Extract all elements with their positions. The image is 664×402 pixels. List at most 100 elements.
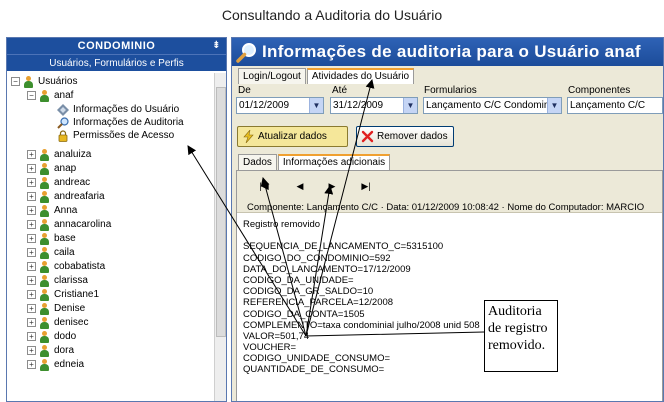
expand-icon[interactable]: + — [27, 192, 36, 201]
sidebar-header: CONDOMINIO ⇟ — [7, 38, 226, 54]
screenshot: Consultando a Auditoria do Usuário CONDO… — [0, 0, 664, 402]
tree-user[interactable]: + andreafaria — [27, 190, 105, 203]
formularios-select[interactable]: Lançamento C/C Condominio ▼ — [423, 97, 562, 114]
user-icon — [23, 75, 34, 88]
tree-user[interactable]: + denisec — [27, 316, 88, 329]
tree-user[interactable]: + Anna — [27, 204, 77, 217]
remove-data-button[interactable]: Remover dados — [356, 126, 454, 147]
tree-child-permissions[interactable]: Permissões de Acesso — [57, 129, 174, 142]
expand-icon[interactable]: + — [27, 178, 36, 187]
audit-log: Registro removido SEQUENCIA_DE_LANCAMENTO… — [243, 219, 480, 376]
tree-user-expanded[interactable]: − anaf — [27, 89, 73, 102]
tree-user-label: anap — [54, 163, 77, 174]
sidebar-title: CONDOMINIO — [77, 40, 156, 52]
tree-user-label: base — [54, 233, 76, 244]
de-label: De — [238, 85, 251, 96]
tree-user[interactable]: + dora — [27, 344, 74, 357]
tab-additional-info[interactable]: Informações adicionais — [277, 154, 391, 170]
tab-user-activities[interactable]: Atividades do Usuário — [306, 68, 415, 84]
user-icon — [39, 176, 50, 189]
expand-icon[interactable]: + — [27, 276, 36, 285]
last-record-button[interactable]: ▶| — [359, 180, 373, 192]
date-to-picker[interactable]: 31/12/2009 ▼ — [330, 97, 418, 114]
tree-child-label: Informações do Usuário — [73, 104, 180, 115]
user-icon — [39, 218, 50, 231]
tree-user[interactable]: + andreac — [27, 176, 90, 189]
user-icon — [39, 302, 50, 315]
expand-icon[interactable]: + — [27, 248, 36, 257]
tree-user[interactable]: + clarissa — [27, 274, 88, 287]
expand-icon[interactable]: + — [27, 360, 36, 369]
page-caption: Consultando a Auditoria do Usuário — [221, 7, 443, 23]
sidebar-scrollbar[interactable] — [214, 73, 226, 401]
annotation-line: removido. — [488, 338, 546, 353]
expand-icon[interactable]: + — [27, 220, 36, 229]
chevron-down-icon[interactable]: ▼ — [309, 98, 323, 113]
user-icon — [39, 232, 50, 245]
update-data-button[interactable]: Atualizar dados — [237, 126, 348, 147]
user-icon — [39, 260, 50, 273]
tree-user[interactable]: + Denise — [27, 302, 85, 315]
expand-icon[interactable]: + — [27, 332, 36, 341]
tree-user[interactable]: + cobabatista — [27, 260, 105, 273]
componentes-select[interactable]: Lançamento C/C — [567, 97, 663, 114]
audit-panel: Informações de auditoria para o Usuário … — [231, 37, 664, 402]
magnifier-icon — [57, 116, 69, 129]
tree-user[interactable]: + dodo — [27, 330, 76, 343]
audit-log-line: DATA_DO_LANCAMENTO=17/12/2009 — [243, 263, 411, 275]
tab-login-logout[interactable]: Login/Logout — [238, 68, 306, 84]
audit-log-line: QUANTIDADE_DE_CONSUMO= — [243, 364, 385, 376]
tree-child-user-info[interactable]: Informações do Usuário — [57, 103, 179, 116]
expand-icon[interactable]: + — [27, 150, 36, 159]
collapse-icon[interactable]: − — [11, 77, 20, 86]
tree-user-label: annacarolina — [54, 219, 112, 230]
audit-log-line: SEQUENCIA_DE_LANCAMENTO_C=5315100 — [243, 241, 444, 253]
date-from-picker[interactable]: 01/12/2009 ▼ — [236, 97, 324, 114]
chevron-down-icon[interactable]: ▼ — [403, 98, 417, 113]
user-icon — [39, 330, 50, 343]
tree-child-label: Permissões de Acesso — [73, 130, 175, 141]
chevron-down-icon[interactable]: ▼ — [547, 98, 561, 113]
tree-user[interactable]: + anap — [27, 162, 76, 175]
tree-user[interactable]: + analuiza — [27, 148, 91, 161]
expand-icon[interactable]: + — [27, 164, 36, 173]
expand-icon[interactable]: + — [27, 290, 36, 299]
tree-user[interactable]: + Cristiane1 — [27, 288, 99, 301]
update-data-label: Atualizar dados — [258, 131, 327, 142]
first-record-button[interactable]: |◀ — [257, 180, 271, 192]
sidebar-subtitle: Usuários, Formulários e Perfis — [7, 54, 226, 71]
tab-dados[interactable]: Dados — [238, 154, 277, 170]
next-record-button[interactable]: ▶ — [325, 180, 339, 192]
tree-child-audit-info[interactable]: Informações de Auditoria — [57, 116, 184, 129]
sidebar: CONDOMINIO ⇟ Usuários, Formulários e Per… — [6, 37, 227, 402]
tree-root[interactable]: − Usuários — [11, 75, 77, 88]
user-icon — [39, 162, 50, 175]
detail-tabs: Dados Informações adicionais — [238, 154, 391, 170]
user-icon — [39, 344, 50, 357]
previous-record-button[interactable]: ◀ — [293, 180, 307, 192]
expand-icon[interactable]: + — [27, 262, 36, 271]
formularios-value: Lançamento C/C Condominio — [426, 100, 558, 111]
tree-user[interactable]: + annacarolina — [27, 218, 111, 231]
user-icon — [39, 148, 50, 161]
audit-log-line — [243, 230, 480, 241]
tree-user[interactable]: + edneia — [27, 358, 84, 371]
pin-icon[interactable]: ⇟ — [212, 38, 221, 54]
record-navigator: |◀ ◀ ▶ ▶| Componente: Lançamento C/C · D… — [237, 171, 662, 213]
expand-icon[interactable]: + — [27, 206, 36, 215]
tree-user[interactable]: + base — [27, 232, 76, 245]
audit-log-line: CODIGO_UNIDADE_CONSUMO= — [243, 353, 391, 365]
audit-log-line: Registro removido — [243, 219, 321, 230]
user-icon — [39, 190, 50, 203]
collapse-icon[interactable]: − — [27, 91, 36, 100]
tree-user[interactable]: + caila — [27, 246, 75, 259]
expand-icon[interactable]: + — [27, 304, 36, 313]
expand-icon[interactable]: + — [27, 234, 36, 243]
user-icon — [39, 246, 50, 259]
expand-icon[interactable]: + — [27, 318, 36, 327]
magnifier-icon — [236, 43, 256, 63]
expand-icon[interactable]: + — [27, 346, 36, 355]
scrollbar-thumb[interactable] — [216, 87, 226, 337]
record-info: Componente: Lançamento C/C · Data: 01/12… — [247, 202, 645, 213]
audit-log-line: CODIGO_DO_CONDOMINIO=592 — [243, 252, 391, 264]
